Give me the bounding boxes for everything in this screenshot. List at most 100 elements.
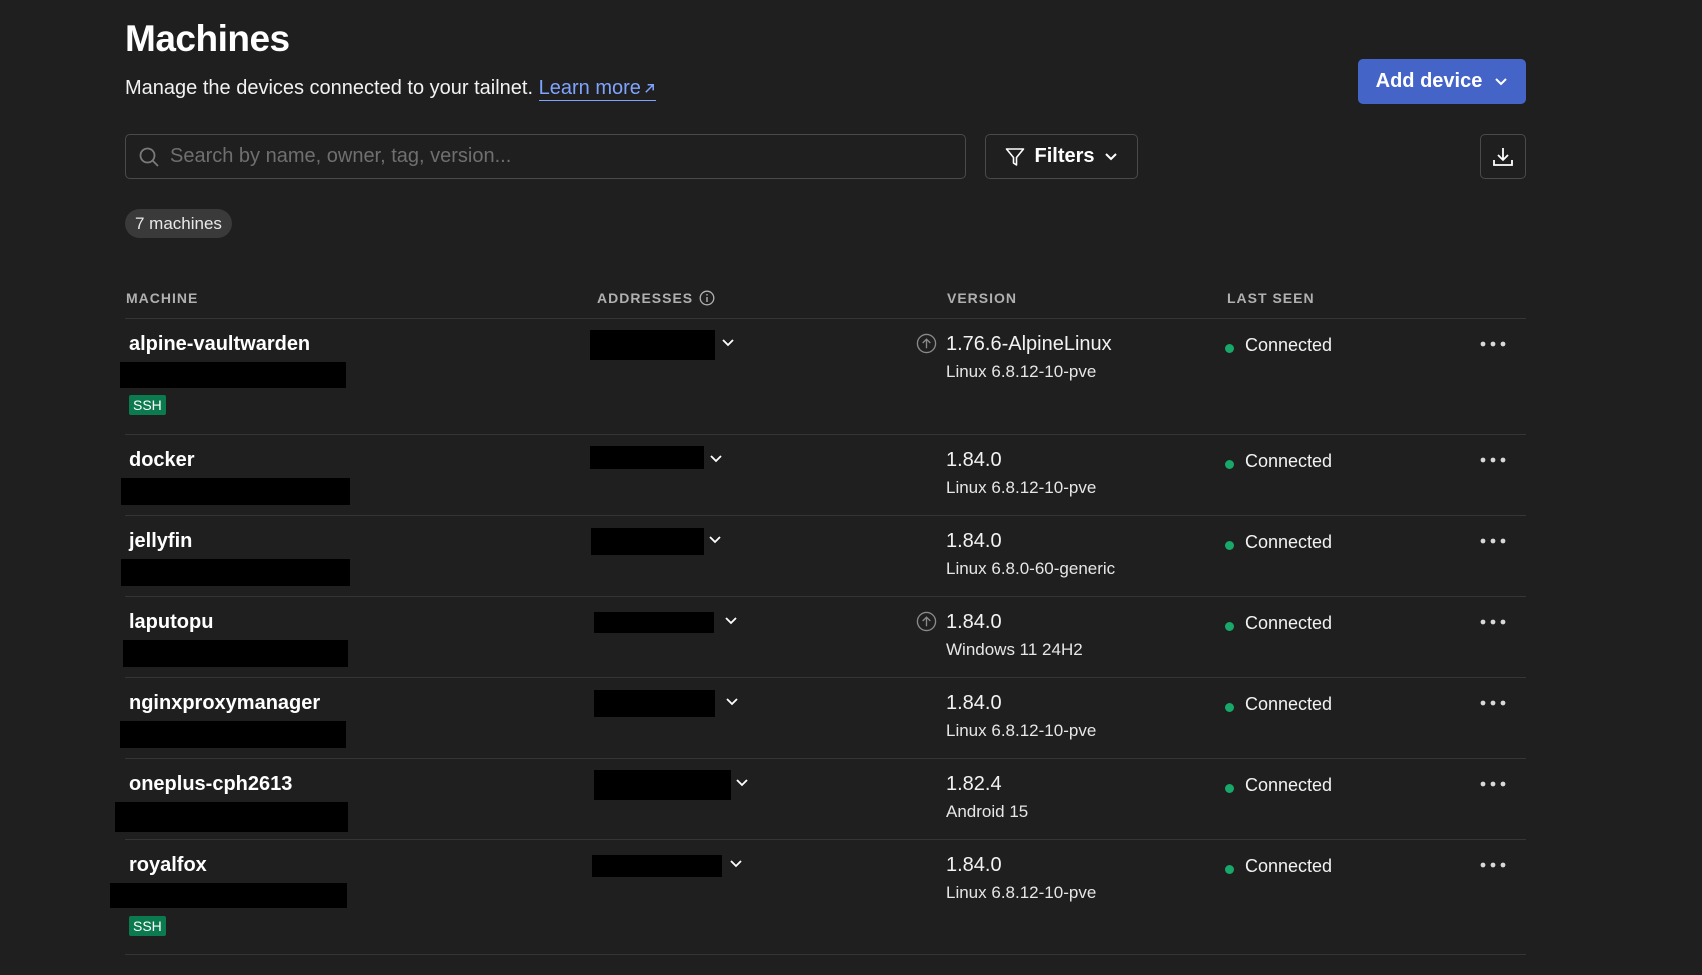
machines-table: alpine-vaultwarden SSH 1.76.6-AlpineLinu… [110, 318, 1526, 955]
status-dot [1225, 541, 1234, 550]
add-device-label: Add device [1375, 70, 1483, 92]
ssh-badge: SSH [129, 916, 166, 936]
table-row[interactable]: docker 1.84.0 Linux 6.8.12-10-pve Connec… [121, 434, 1526, 515]
column-last-seen-label: LAST SEEN [1227, 290, 1315, 306]
subtitle-text: Manage the devices connected to your tai… [125, 77, 534, 99]
update-available-icon [916, 333, 937, 354]
status-text: Connected [1245, 856, 1333, 876]
filters-label: Filters [1034, 145, 1095, 167]
filters-button[interactable]: Filters [985, 134, 1138, 179]
redacted-address [590, 330, 715, 360]
more-horizontal-icon[interactable] [1479, 534, 1507, 548]
update-available-icon [916, 611, 937, 632]
machine-name[interactable]: docker [129, 449, 195, 472]
status-text: Connected [1245, 613, 1333, 633]
page-subtitle: Manage the devices connected to your tai… [125, 77, 656, 101]
info-icon[interactable] [699, 290, 715, 306]
status-text: Connected [1245, 694, 1333, 714]
table-row[interactable]: laputopu 1.84.0 Windows 11 24H2 Connecte… [123, 596, 1526, 677]
more-horizontal-icon[interactable] [1479, 858, 1507, 872]
version-number: 1.84.0 [946, 692, 1002, 714]
column-header-version: VERSION [947, 290, 1017, 306]
machine-name[interactable]: alpine-vaultwarden [129, 333, 310, 356]
table-row[interactable]: jellyfin 1.84.0 Linux 6.8.0-60-generic C… [121, 515, 1526, 596]
column-addresses-label: ADDRESSES [597, 290, 694, 306]
chevron-down-icon[interactable] [708, 535, 722, 545]
search-icon [139, 147, 159, 167]
column-header-machine: MACHINE [126, 290, 198, 306]
redacted-address [591, 528, 704, 555]
export-download-button[interactable] [1480, 134, 1526, 179]
redacted-address [594, 770, 731, 800]
table-row[interactable]: nginxproxymanager 1.84.0 Linux 6.8.12-10… [120, 677, 1526, 758]
more-horizontal-icon[interactable] [1479, 777, 1507, 791]
filter-icon [1006, 147, 1025, 166]
chevron-down-icon[interactable] [709, 454, 723, 464]
redacted-owner [123, 640, 348, 667]
column-version-label: VERSION [947, 290, 1018, 306]
redacted-address [592, 855, 722, 877]
table-row[interactable]: alpine-vaultwarden SSH 1.76.6-AlpineLinu… [120, 318, 1526, 434]
os-version: Linux 6.8.12-10-pve [946, 362, 1097, 381]
os-version: Android 15 [946, 802, 1029, 821]
os-version: Linux 6.8.12-10-pve [946, 721, 1097, 740]
ssh-badge: SSH [129, 395, 166, 415]
version-number: 1.84.0 [946, 854, 1002, 876]
column-machine-label: MACHINE [126, 290, 199, 306]
more-horizontal-icon[interactable] [1479, 615, 1507, 629]
version-number: 1.84.0 [946, 449, 1002, 471]
more-horizontal-icon[interactable] [1479, 696, 1507, 710]
version-number: 1.84.0 [946, 611, 1002, 633]
status-text: Connected [1245, 775, 1333, 795]
search-input[interactable] [168, 144, 958, 169]
status-dot [1225, 703, 1234, 712]
add-device-button[interactable]: Add device [1358, 59, 1526, 104]
status-text: Connected [1245, 451, 1333, 471]
machine-name[interactable]: jellyfin [129, 530, 192, 553]
status-dot [1225, 622, 1234, 631]
external-link-icon [645, 84, 654, 93]
table-row[interactable]: oneplus-cph2613 1.82.4 Android 15 Connec… [115, 758, 1526, 839]
chevron-down-icon [1104, 152, 1117, 160]
os-version: Linux 6.8.12-10-pve [946, 883, 1097, 902]
os-version: Windows 11 24H2 [946, 640, 1083, 659]
chevron-down-icon[interactable] [724, 616, 738, 626]
version-number: 1.84.0 [946, 530, 1002, 552]
table-row[interactable]: royalfox SSH 1.84.0 Linux 6.8.12-10-pve … [110, 839, 1526, 955]
chevron-down-icon [1495, 77, 1508, 85]
status-text: Connected [1245, 335, 1333, 355]
redacted-owner [120, 721, 346, 748]
status-dot [1225, 865, 1234, 874]
chevron-down-icon[interactable] [729, 859, 743, 869]
column-header-last-seen: LAST SEEN [1227, 290, 1315, 306]
redacted-owner [120, 362, 346, 388]
learn-more-label: Learn more [538, 77, 641, 99]
status-dot [1225, 344, 1234, 353]
os-version: Linux 6.8.12-10-pve [946, 478, 1097, 497]
redacted-owner [121, 559, 350, 586]
more-horizontal-icon[interactable] [1479, 453, 1507, 467]
redacted-owner [115, 802, 348, 832]
search-box[interactable] [125, 134, 966, 179]
chevron-down-icon[interactable] [721, 338, 735, 348]
machine-name[interactable]: nginxproxymanager [129, 692, 320, 715]
page-title: Machines [125, 18, 290, 59]
machine-name[interactable]: oneplus-cph2613 [129, 773, 292, 796]
chevron-down-icon[interactable] [725, 697, 739, 707]
more-horizontal-icon[interactable] [1479, 337, 1507, 351]
status-dot [1225, 784, 1234, 793]
machine-count-badge: 7 machines [125, 209, 232, 238]
version-number: 1.76.6-AlpineLinux [946, 333, 1112, 355]
redacted-owner [121, 478, 350, 505]
learn-more-link[interactable]: Learn more [538, 77, 656, 101]
machine-name[interactable]: laputopu [129, 611, 213, 634]
redacted-owner [110, 883, 347, 908]
download-icon [1493, 147, 1513, 166]
redacted-address [590, 446, 704, 469]
machines-page: Machines Manage the devices connected to… [0, 0, 1702, 975]
os-version: Linux 6.8.0-60-generic [946, 559, 1116, 578]
redacted-address [594, 612, 714, 633]
chevron-down-icon[interactable] [735, 778, 749, 788]
machine-name[interactable]: royalfox [129, 854, 207, 877]
column-header-addresses: ADDRESSES [597, 290, 715, 306]
